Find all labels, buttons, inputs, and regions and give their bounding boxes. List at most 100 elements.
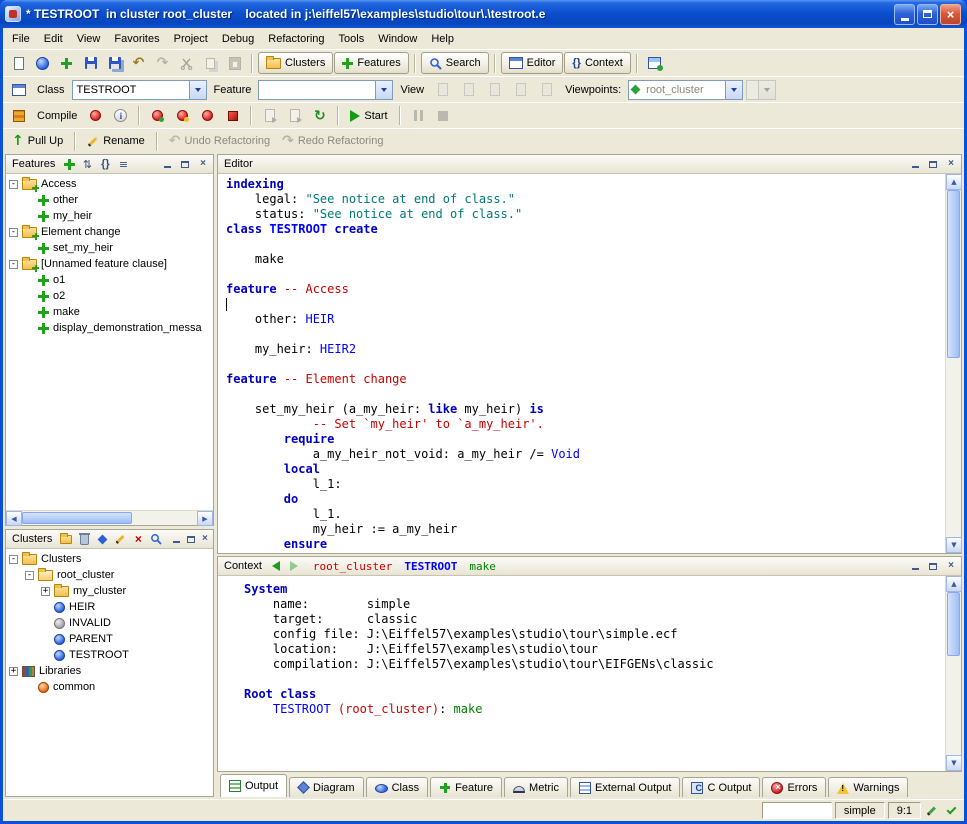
new-item-button[interactable] (55, 52, 78, 74)
signatures-icon[interactable]: {} (98, 157, 112, 172)
maximize-button[interactable] (917, 4, 938, 25)
tab-warnings[interactable]: Warnings (828, 777, 908, 797)
feature-row[interactable]: set_my_heir (6, 240, 213, 256)
scroll-down-button[interactable]: ▼ (946, 755, 962, 771)
collapse-toggle[interactable]: - (9, 180, 18, 189)
view-contract-button[interactable] (509, 79, 532, 101)
alphabetical-sort-icon[interactable]: ⇅ (80, 157, 94, 172)
viewpoints-combobox-arrow[interactable] (725, 81, 742, 99)
tab-c-output[interactable]: C Output (682, 777, 760, 797)
features-minimize-button[interactable] (160, 158, 174, 171)
scroll-down-button[interactable]: ▼ (946, 537, 962, 553)
close-button[interactable]: × (940, 4, 961, 25)
tab-class[interactable]: Class (366, 777, 429, 797)
features-toggle-button[interactable]: Features (334, 52, 408, 74)
feature-row[interactable]: o2 (6, 288, 213, 304)
undo-refactoring-button[interactable]: ↶Undo Refactoring (164, 130, 275, 152)
compile-icon-button[interactable] (7, 105, 30, 127)
context-output[interactable]: System name: simple target: classic conf… (218, 576, 945, 771)
tab-feature[interactable]: Feature (430, 777, 502, 797)
cluster-row[interactable]: +my_cluster (6, 583, 213, 599)
context-maximize-button[interactable] (926, 560, 940, 573)
menu-project[interactable]: Project (167, 30, 215, 48)
breadcrumb-feature[interactable]: make (469, 560, 496, 573)
viewpoint-variant-combobox[interactable] (746, 80, 776, 100)
menu-favorites[interactable]: Favorites (107, 30, 166, 48)
viewpoints-combobox[interactable]: root_cluster (628, 80, 743, 100)
add-cluster-button[interactable] (59, 532, 73, 547)
context-minimize-button[interactable] (908, 560, 922, 573)
feature-combobox-arrow[interactable] (375, 81, 392, 99)
compilation-info-button[interactable]: i (109, 105, 132, 127)
title-bar[interactable]: * TESTROOT in cluster root_cluster locat… (0, 0, 967, 28)
editor-minimize-button[interactable] (908, 158, 922, 171)
feature-clause-row[interactable]: -Access (6, 176, 213, 192)
remove-button[interactable]: × (131, 532, 145, 547)
collapse-toggle[interactable]: - (9, 260, 18, 269)
features-close-button[interactable]: × (196, 158, 210, 171)
view-clickable-button[interactable] (457, 79, 480, 101)
class-combobox[interactable]: TESTROOT (72, 80, 207, 100)
history-back-button[interactable] (269, 559, 283, 574)
copy-button[interactable] (199, 52, 222, 74)
search-cluster-button[interactable] (149, 532, 163, 547)
feature-row[interactable]: o1 (6, 272, 213, 288)
undo-button[interactable]: ↶ (127, 52, 150, 74)
pull-up-button[interactable]: ↑Pull Up (7, 130, 68, 152)
menu-refactoring[interactable]: Refactoring (261, 30, 331, 48)
cut-button[interactable] (175, 52, 198, 74)
collapse-toggle[interactable]: - (9, 555, 18, 564)
new-window-button[interactable] (7, 52, 30, 74)
cluster-row[interactable]: common (6, 679, 213, 695)
clusters-toggle-button[interactable]: Clusters (258, 52, 333, 74)
start-button[interactable]: Start (345, 105, 392, 127)
view-basic-text-button[interactable] (431, 79, 454, 101)
editor-maximize-button[interactable] (926, 158, 940, 171)
editor-close-button[interactable]: × (944, 158, 958, 171)
history-forward-button[interactable] (287, 559, 301, 574)
tab-diagram[interactable]: Diagram (289, 777, 364, 797)
menu-window[interactable]: Window (371, 30, 424, 48)
cluster-row[interactable]: TESTROOT (6, 647, 213, 663)
feature-clause-row[interactable]: -[Unnamed feature clause] (6, 256, 213, 272)
external-commands-button[interactable] (643, 52, 666, 74)
clusters-minimize-button[interactable] (171, 533, 181, 546)
menu-edit[interactable]: Edit (37, 30, 70, 48)
search-button[interactable]: Search (421, 52, 489, 74)
context-toggle-button[interactable]: {}Context (564, 52, 630, 74)
tab-metric[interactable]: Metric (504, 777, 568, 797)
scroll-up-button[interactable]: ▲ (946, 174, 962, 190)
refresh-button[interactable]: ↻ (308, 105, 331, 127)
tab-errors[interactable]: Errors (762, 777, 826, 797)
clusters-maximize-button[interactable] (186, 533, 196, 546)
collapse-toggle[interactable]: - (9, 228, 18, 237)
compile-button[interactable]: Compile (32, 105, 82, 127)
scroll-right-button[interactable]: ▶ (197, 511, 213, 526)
editor-toggle-button[interactable]: Editor (501, 52, 564, 74)
clusters-close-button[interactable]: × (200, 533, 210, 546)
cluster-row[interactable]: -root_cluster (6, 567, 213, 583)
breadcrumb-class[interactable]: TESTROOT (404, 560, 457, 573)
freeze-button[interactable] (171, 105, 194, 127)
menu-tools[interactable]: Tools (332, 30, 372, 48)
hscroll-track[interactable] (22, 511, 197, 525)
menu-file[interactable]: File (5, 30, 37, 48)
class-tool-button[interactable] (95, 532, 109, 547)
vscroll-thumb[interactable] (947, 190, 960, 358)
feature-row[interactable]: display_demonstration_messa (6, 320, 213, 336)
hscroll-thumb[interactable] (22, 512, 132, 524)
menu-view[interactable]: View (70, 30, 108, 48)
cluster-row[interactable]: HEIR (6, 599, 213, 615)
scroll-left-button[interactable]: ◀ (6, 511, 22, 526)
vscroll-thumb[interactable] (947, 592, 960, 656)
feature-row[interactable]: make (6, 304, 213, 320)
tab-external-output[interactable]: External Output (570, 777, 680, 797)
open-button[interactable] (31, 52, 54, 74)
cluster-row[interactable]: INVALID (6, 615, 213, 631)
c-compile-finalized-button[interactable] (283, 105, 306, 127)
melt-button[interactable] (84, 105, 107, 127)
delete-cluster-button[interactable] (77, 532, 91, 547)
menu-debug[interactable]: Debug (215, 30, 261, 48)
edit-cluster-button[interactable] (113, 532, 127, 547)
save-button[interactable] (79, 52, 102, 74)
